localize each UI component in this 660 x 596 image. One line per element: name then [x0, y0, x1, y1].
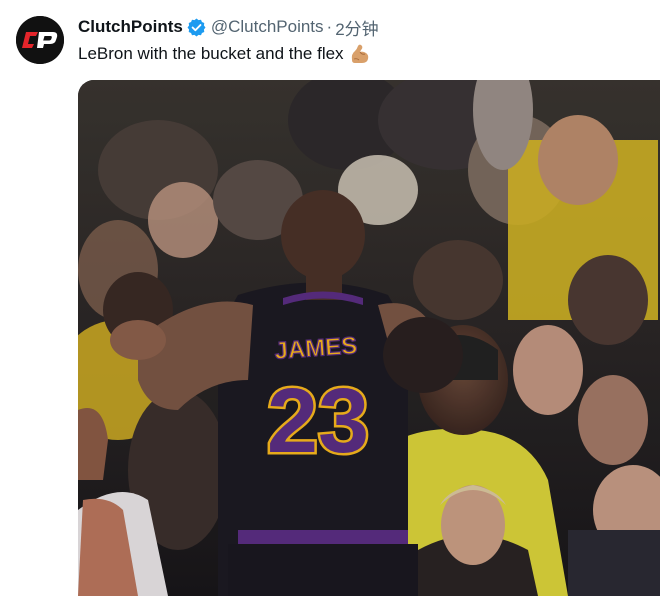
- timestamp[interactable]: 2分钟: [335, 15, 378, 40]
- author-handle[interactable]: @ClutchPoints: [211, 17, 324, 37]
- display-name[interactable]: ClutchPoints: [78, 17, 183, 37]
- avatar[interactable]: [16, 16, 64, 64]
- flexed-biceps-icon: [349, 43, 371, 65]
- tweet-card[interactable]: ClutchPoints @ClutchPoints · 2分钟 LeBron …: [0, 0, 660, 596]
- separator-dot: ·: [326, 17, 333, 36]
- tweet-video[interactable]: JAMES 23 23: [78, 80, 660, 596]
- video-frame-image: JAMES 23 23: [78, 80, 660, 596]
- tweet-header: ClutchPoints @ClutchPoints · 2分钟: [78, 15, 644, 39]
- tweet-body: LeBron with the bucket and the flex: [78, 44, 344, 63]
- tweet-text: LeBron with the bucket and the flex: [78, 42, 371, 66]
- clutchpoints-logo-icon: [16, 16, 64, 64]
- verified-badge-icon: [187, 18, 206, 37]
